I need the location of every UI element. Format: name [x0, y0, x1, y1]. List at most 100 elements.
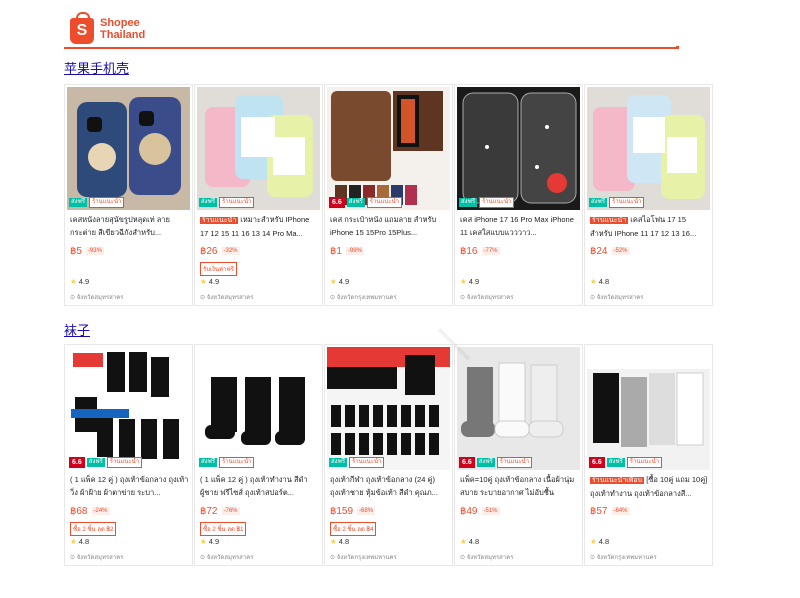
rating-value: 4.8 — [338, 537, 350, 546]
product-title[interactable]: เคส iPhone 17 16 Pro Max iPhone 11 เคสใส… — [460, 213, 579, 239]
badge-row: 6.6 ส่งฟรี ร้านแนะนำ — [327, 194, 450, 210]
rating-value: 4.8 — [598, 277, 610, 286]
promo-badge: 6.6 — [459, 456, 475, 468]
product-title[interactable]: แพ็ค=10คู่ ถุงเท้าข้อกลาง เนื้อผ้านุ่มสบ… — [460, 473, 579, 499]
product-image[interactable]: 6.6 ส่งฟรี ร้านแนะนำ — [67, 347, 190, 470]
product-image[interactable]: ส่งฟรี ร้านแนะนำ — [197, 87, 320, 210]
product-card[interactable]: ส่งฟรี ร้านแนะนำเคส iPhone 17 16 Pro Max … — [454, 84, 583, 306]
location-text: จังหวัดสมุทรสาคร — [466, 295, 514, 301]
rating-value: 4.9 — [78, 277, 90, 286]
location-pin-icon: ⊙ — [200, 555, 207, 561]
discount-badge: -32% — [221, 247, 240, 255]
discount-badge: -52% — [611, 247, 630, 255]
promo-badge: ส่งฟรี — [329, 457, 348, 467]
discount-badge: -77% — [481, 247, 500, 255]
product-price: ฿16 — [460, 245, 478, 257]
product-card[interactable]: 6.6 ส่งฟรี ร้านแนะนำแพ็ค=10คู่ ถุงเท้าข้อก… — [454, 344, 583, 566]
discount-badge: -93% — [85, 247, 104, 255]
rating-value: 4.9 — [208, 537, 220, 546]
promo-badge: ร้านแนะนำ — [479, 196, 515, 208]
product-card[interactable]: 6.6 ส่งฟรี ร้านแนะนำเคส กระเป๋าหนัง แถมลาย… — [324, 84, 453, 306]
promo-badge: ร้านแนะนำ — [219, 456, 255, 468]
product-title[interactable]: เคสหนังลายสุนัขรูปหลุดเท่ ลายกระต่าย สีเ… — [70, 213, 189, 239]
product-price: ฿72 — [200, 505, 218, 517]
product-rating: ★ 4.8 — [330, 537, 349, 546]
product-card[interactable]: ส่งฟรี ร้านแนะนำ ( 1 แพ็ค 12 คู่ ) ถุงเท้า… — [194, 344, 323, 566]
product-card[interactable]: 6.6 ส่งฟรี ร้านแนะนำ ( 1 แพ็ค 12 คู่ ) ถุงเ… — [64, 344, 193, 566]
product-price: ฿1 — [330, 245, 342, 257]
product-image[interactable]: ส่งฟรี ร้านแนะนำ — [457, 87, 580, 210]
product-location: ⊙ จังหวัดสมุทรสาคร — [70, 552, 123, 562]
badge-row: ส่งฟรี ร้านแนะนำ — [457, 194, 580, 210]
star-icon: ★ — [460, 277, 467, 286]
product-info: ร้านแนะนำ เหมาะสำหรับ IPhone 17 12 15 11 … — [200, 213, 319, 276]
rating-value: 4.9 — [468, 277, 480, 286]
star-icon: ★ — [590, 277, 597, 286]
promo-badge: ร้านแนะนำ — [366, 196, 403, 208]
section-title-socks[interactable]: 袜子 — [64, 320, 90, 339]
location-text: จังหวัดกรุงเทพมหานคร — [596, 555, 657, 561]
location-text: จังหวัดสมุทรสาคร — [466, 555, 514, 561]
product-title[interactable]: ( 1 แพ็ค 12 คู่ ) ถุงเท้าทำงาน สีดำ ผู้ช… — [200, 473, 319, 499]
product-card[interactable]: ส่งฟรี ร้านแนะนำเคสหนังลายสุนัขรูปหลุดเท่… — [64, 84, 193, 306]
product-title-text: ( 1 แพ็ค 12 คู่ ) ถุงเท้าข้อกลาง ถุงเท้า… — [70, 475, 189, 497]
price-row: ฿5 -93% — [70, 244, 189, 258]
product-title-text: เคส กระเป๋าหนัง แถมลาย สำหรับ iPhone 15 … — [330, 215, 437, 237]
product-title[interactable]: ( 1 แพ็ค 12 คู่ ) ถุงเท้าข้อกลาง ถุงเท้า… — [70, 473, 189, 499]
product-card[interactable]: 6.6 ส่งฟรี ร้านแนะนำร้านแนะนำเพื่อน [ซื้อ 1… — [584, 344, 713, 566]
product-info: ร้านแนะนำเพื่อน [ซื้อ 10คู่ แถม 10คู่] ถุ… — [590, 473, 709, 518]
product-price: ฿159 — [330, 505, 354, 517]
product-title[interactable]: ร้านแนะนำ เหมาะสำหรับ IPhone 17 12 15 11 … — [200, 213, 319, 239]
section-title-phone-cases[interactable]: 苹果手机壳 — [64, 58, 129, 77]
location-pin-icon: ⊙ — [330, 295, 337, 301]
rating-value: 4.9 — [208, 277, 220, 286]
product-card[interactable]: ส่งฟรี ร้านแนะนำร้านแนะนำ เหมาะสำหรับ IPho… — [194, 84, 323, 306]
discount-badge: -99% — [345, 247, 364, 255]
product-card[interactable]: ส่งฟรี ร้านแนะนำร้านแนะนำ เคสไอโฟน 17 15 ส… — [584, 84, 713, 306]
shopee-logo[interactable]: S Shopee Thailand — [70, 12, 146, 44]
product-image[interactable]: 6.6 ส่งฟรี ร้านแนะนำ — [587, 347, 710, 470]
product-rating: ★ 4.8 — [590, 537, 609, 546]
product-image[interactable]: ส่งฟรี ร้านแนะนำ — [197, 347, 320, 470]
promo-badge: 6.6 — [589, 456, 605, 468]
product-title-text: ถุงเท้ากีฬา ถุงเท้าข้อกลาง (24 คู่) ถุงเ… — [330, 475, 438, 497]
location-pin-icon: ⊙ — [460, 555, 467, 561]
product-info: ( 1 แพ็ค 12 คู่ ) ถุงเท้าทำงาน สีดำ ผู้ช… — [200, 473, 319, 536]
product-image[interactable]: ส่งฟรี ร้านแนะนำ — [587, 87, 710, 210]
location-text: จังหวัดกรุงเทพมหานคร — [336, 295, 397, 301]
location-pin-icon: ⊙ — [200, 295, 207, 301]
product-title[interactable]: ถุงเท้ากีฬา ถุงเท้าข้อกลาง (24 คู่) ถุงเ… — [330, 473, 449, 499]
promo-badge: ส่งฟรี — [86, 457, 105, 467]
product-title[interactable]: ร้านแนะนำเพื่อน [ซื้อ 10คู่ แถม 10คู่] ถุ… — [590, 473, 709, 499]
product-title[interactable]: ร้านแนะนำ เคสไอโฟน 17 15 สำหรับ IPhone 11… — [590, 213, 709, 239]
mall-label: ร้านแนะนำ — [200, 217, 239, 224]
product-image[interactable]: 6.6 ส่งฟรี ร้านแนะนำ — [457, 347, 580, 470]
discount-badge: -76% — [221, 507, 240, 515]
promo-badge: ส่งฟรี — [459, 197, 478, 207]
location-text: จังหวัดสมุทรสาคร — [76, 295, 124, 301]
price-row: ฿16 -77% — [460, 244, 579, 258]
discount-badge: -68% — [357, 507, 376, 515]
promo-badge: ส่งฟรี — [589, 197, 608, 207]
product-title-text: ( 1 แพ็ค 12 คู่ ) ถุงเท้าทำงาน สีดำ ผู้ช… — [200, 475, 308, 497]
price-row: ฿26 -32% — [200, 244, 319, 258]
badge-row: ส่งฟรี ร้านแนะนำ — [197, 454, 320, 470]
star-icon: ★ — [200, 537, 207, 546]
product-price: ฿5 — [70, 245, 82, 257]
logo-line-2: Thailand — [100, 29, 146, 41]
badge-row: ส่งฟรี ร้านแนะนำ — [197, 194, 320, 210]
badge-row: 6.6 ส่งฟรี ร้านแนะนำ — [457, 454, 580, 470]
discount-badge: -64% — [611, 507, 630, 515]
product-title[interactable]: เคส กระเป๋าหนัง แถมลาย สำหรับ iPhone 15 … — [330, 213, 449, 239]
location-pin-icon: ⊙ — [590, 295, 597, 301]
location-pin-icon: ⊙ — [590, 555, 597, 561]
discount-badge: -51% — [481, 507, 500, 515]
price-row: ฿72 -76% — [200, 504, 319, 518]
product-card[interactable]: ส่งฟรี ร้านแนะนำถุงเท้ากีฬา ถุงเท้าข้อกลา… — [324, 344, 453, 566]
product-image[interactable]: 6.6 ส่งฟรี ร้านแนะนำ — [327, 87, 450, 210]
badge-row: 6.6 ส่งฟรี ร้านแนะนำ — [67, 454, 190, 470]
product-image[interactable]: ส่งฟรี ร้านแนะนำ — [327, 347, 450, 470]
badge-row: ส่งฟรี ร้านแนะนำ — [587, 194, 710, 210]
promo-badge: ส่งฟรี — [346, 197, 365, 207]
product-image[interactable]: ส่งฟรี ร้านแนะนำ — [67, 87, 190, 210]
